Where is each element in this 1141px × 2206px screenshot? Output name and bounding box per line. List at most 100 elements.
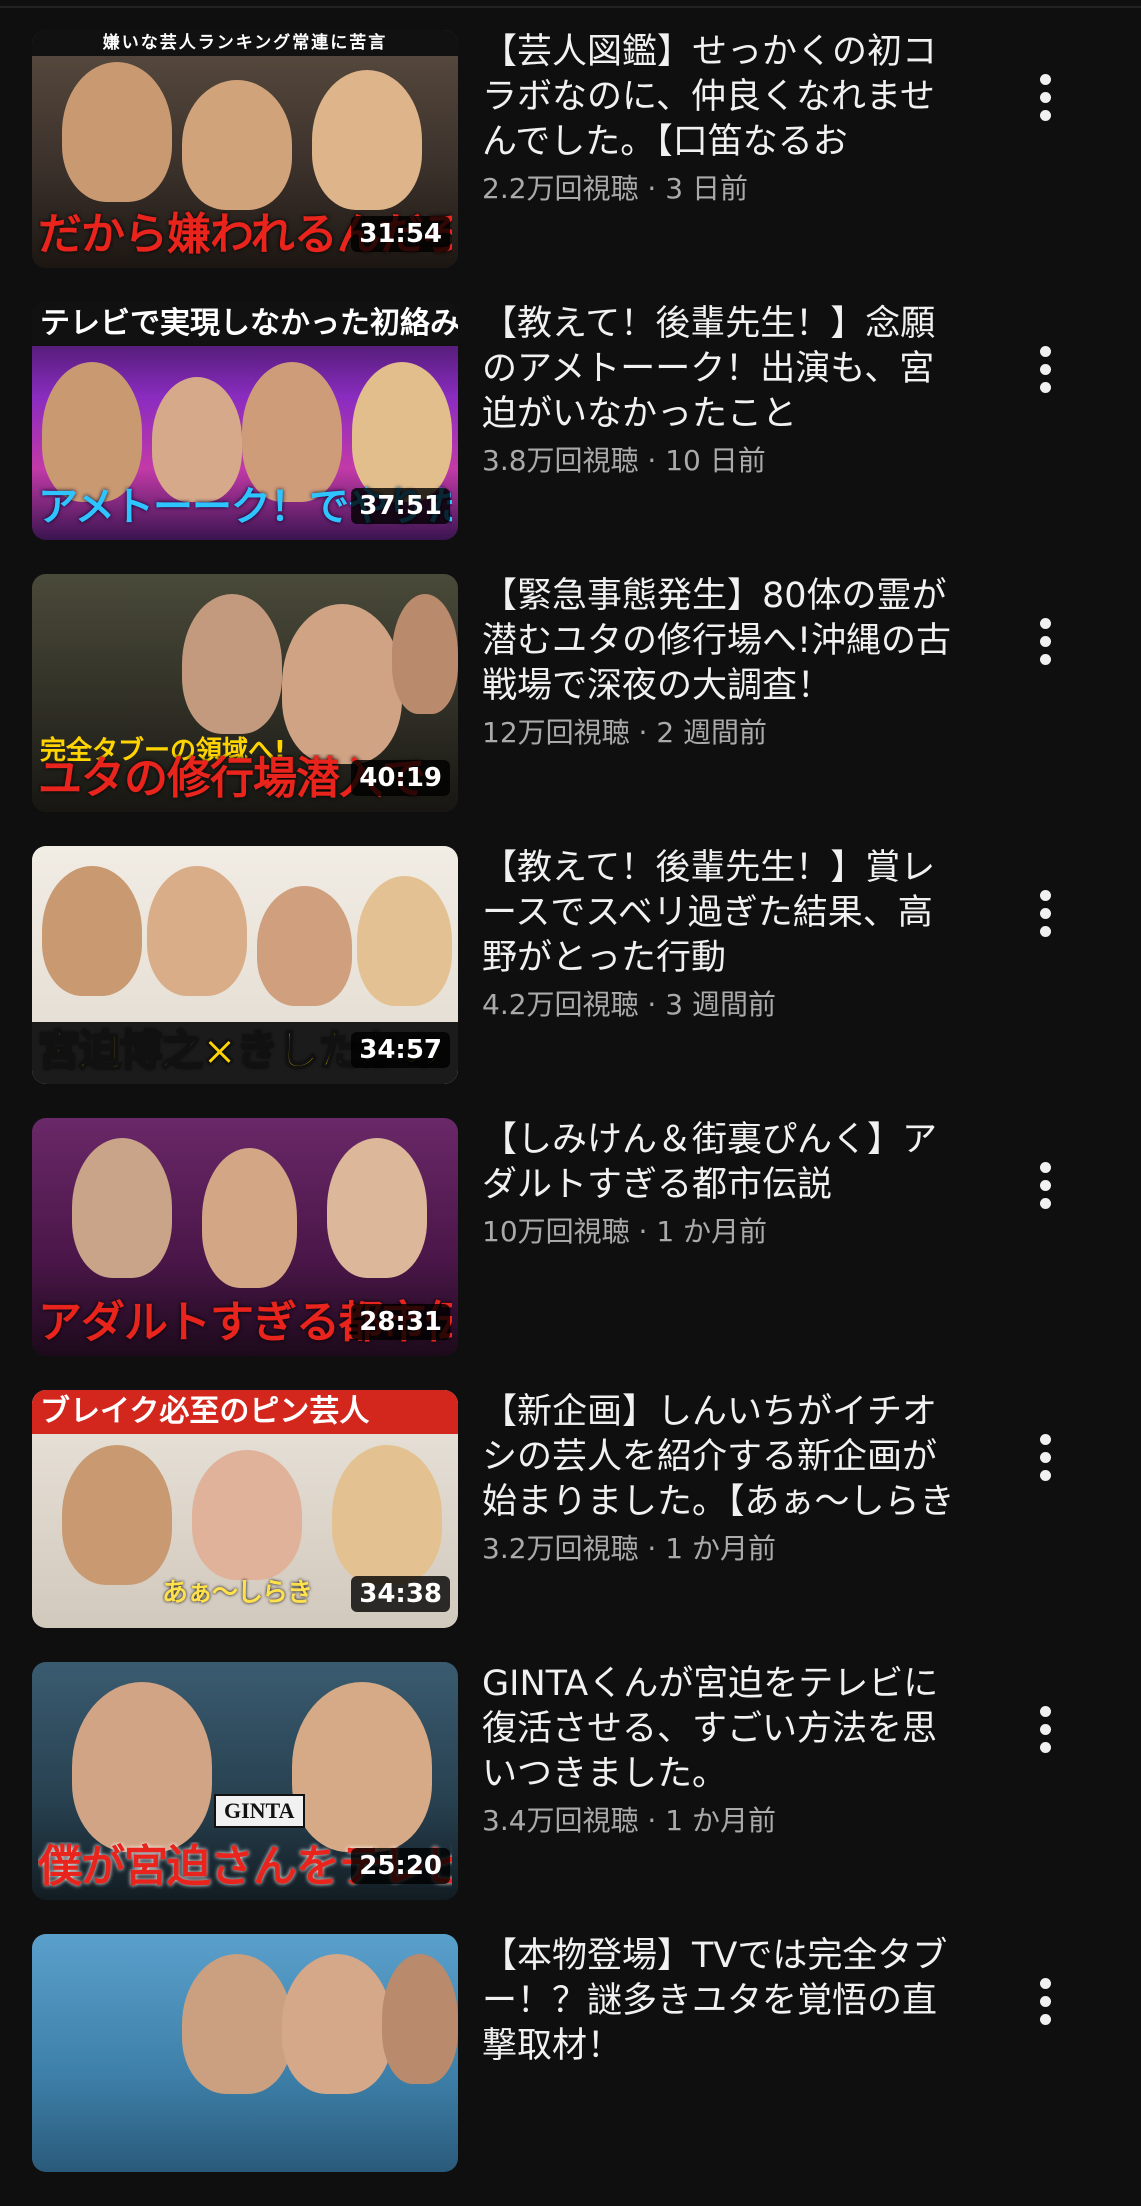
duration-badge: 31:54: [351, 216, 450, 252]
meta-separator: ·: [638, 1804, 666, 1837]
video-meta: 4.2万回視聴 · 3 週間前: [482, 983, 962, 1027]
duration-badge: 40:19: [351, 760, 450, 796]
view-count: 12万回視聴: [482, 716, 630, 749]
video-info[interactable]: 【新企画】しんいちがイチオシの芸人を紹介する新企画が始まりました。【あぁ〜しらき…: [482, 1390, 962, 1571]
video-info[interactable]: 【教えて！後輩先生！】念願のアメトーーク！出演も、宮迫がいなかったこと 3.8万…: [482, 302, 962, 483]
video-item[interactable]: テレビで実現しなかった初絡み アメトーーク！でやりたかった 37:51 【教えて…: [0, 302, 1141, 574]
thumbnail-person: [327, 1138, 427, 1278]
thumbnail-person: [312, 70, 422, 210]
video-info[interactable]: 【しみけん＆街裏ぴんく】アダルトすぎる都市伝説 10万回視聴 · 1 か月前: [482, 1118, 962, 1254]
thumbnail-person: [182, 80, 292, 210]
video-item[interactable]: 完全タブーの領域へ! ユタの修行場潜入で 40:19 【緊急事態発生】80体の霊…: [0, 574, 1141, 846]
thumbnail-headline: テレビで実現しなかった初絡み: [32, 302, 458, 346]
thumbnail-person: [357, 876, 452, 1006]
duration-badge: 37:51: [351, 488, 450, 524]
video-thumbnail[interactable]: ブレイク必至のピン芸人 あぁ〜しらき 34:38: [32, 1390, 458, 1628]
video-item[interactable]: 宮迫博之×きしたかの 34:57 【教えて！後輩先生！】賞レースでスベリ過ぎた結…: [0, 846, 1141, 1118]
thumbnail-person: [182, 1954, 292, 2094]
thumbnail-person: [147, 866, 247, 996]
video-title[interactable]: 【教えて！後輩先生！】賞レースでスベリ過ぎた結果、高野がとった行動: [482, 846, 962, 981]
more-vert-icon[interactable]: [1028, 886, 1064, 942]
video-info[interactable]: 【本物登場】TVでは完全タブー！？謎多きユタを覚悟の直撃取材！: [482, 1934, 962, 2069]
upload-age: 3 日前: [665, 172, 748, 205]
more-vert-icon[interactable]: [1028, 614, 1064, 670]
more-vert-icon[interactable]: [1028, 70, 1064, 126]
upload-age: 1 か月前: [665, 1532, 776, 1565]
meta-separator: ·: [638, 444, 666, 477]
video-title[interactable]: GINTAくんが宮迫をテレビに復活させる、すごい方法を思いつきました。: [482, 1662, 962, 1797]
more-vert-icon[interactable]: [1028, 1974, 1064, 2030]
view-count: 3.2万回視聴: [482, 1532, 639, 1565]
video-title[interactable]: 【しみけん＆街裏ぴんく】アダルトすぎる都市伝説: [482, 1118, 962, 1208]
thumbnail-person: [62, 62, 172, 202]
video-item[interactable]: GINTA 僕が宮迫さんをテレビに 25:20 GINTAくんが宮迫をテレビに復…: [0, 1662, 1141, 1934]
video-meta: 3.2万回視聴 · 1 か月前: [482, 1527, 962, 1571]
top-divider: [0, 0, 1141, 8]
thumbnail-person: [332, 1445, 442, 1585]
upload-age: 2 週間前: [656, 716, 768, 749]
video-list: 嫌いな芸人ランキング常連に苦言 だから嫌われるんだろ 31:54 【芸人図鑑】せ…: [0, 30, 1141, 2206]
video-item[interactable]: 嫌いな芸人ランキング常連に苦言 だから嫌われるんだろ 31:54 【芸人図鑑】せ…: [0, 30, 1141, 302]
thumbnail-person: [352, 362, 452, 502]
more-vert-icon[interactable]: [1028, 342, 1064, 398]
video-info[interactable]: GINTAくんが宮迫をテレビに復活させる、すごい方法を思いつきました。 3.4万…: [482, 1662, 962, 1843]
video-info[interactable]: 【教えて！後輩先生！】賞レースでスベリ過ぎた結果、高野がとった行動 4.2万回視…: [482, 846, 962, 1027]
more-vert-icon[interactable]: [1028, 1702, 1064, 1758]
video-info[interactable]: 【芸人図鑑】せっかくの初コラボなのに、仲良くなれませんでした。【口笛なるお 2.…: [482, 30, 962, 211]
upload-age: 10 日前: [665, 444, 766, 477]
meta-separator: ·: [638, 1532, 666, 1565]
duration-badge: 28:31: [351, 1304, 450, 1340]
video-title[interactable]: 【教えて！後輩先生！】念願のアメトーーク！出演も、宮迫がいなかったこと: [482, 302, 962, 437]
video-title[interactable]: 【緊急事態発生】80体の霊が潜むユタの修行場へ!沖縄の古戦場で深夜の大調査！: [482, 574, 962, 709]
view-count: 3.8万回視聴: [482, 444, 639, 477]
duration-badge: 25:20: [351, 1848, 450, 1884]
meta-separator: ·: [629, 1215, 657, 1248]
video-item[interactable]: 【本物登場】TVでは完全タブー！？謎多きユタを覚悟の直撃取材！: [0, 1934, 1141, 2206]
video-thumbnail[interactable]: 宮迫博之×きしたかの 34:57: [32, 846, 458, 1084]
video-item[interactable]: アダルトすぎる都市伝説 28:31 【しみけん＆街裏ぴんく】アダルトすぎる都市伝…: [0, 1118, 1141, 1390]
video-info[interactable]: 【緊急事態発生】80体の霊が潜むユタの修行場へ!沖縄の古戦場で深夜の大調査！ 1…: [482, 574, 962, 755]
duration-badge: 34:38: [351, 1576, 450, 1612]
thumbnail-person: [182, 594, 282, 734]
thumbnail-person: [62, 1445, 172, 1585]
meta-separator: ·: [638, 988, 666, 1021]
video-meta: 2.2万回視聴 · 3 日前: [482, 167, 962, 211]
video-thumbnail[interactable]: テレビで実現しなかった初絡み アメトーーク！でやりたかった 37:51: [32, 302, 458, 540]
thumbnail-person: [292, 1682, 432, 1852]
video-meta: 12万回視聴 · 2 週間前: [482, 711, 962, 755]
duration-badge: 34:57: [351, 1032, 450, 1068]
thumbnail-person: [257, 886, 352, 1006]
video-meta: 3.4万回視聴 · 1 か月前: [482, 1799, 962, 1843]
thumbnail-ribbon: 嫌いな芸人ランキング常連に苦言: [32, 30, 458, 56]
thumbnail-person: [392, 594, 458, 714]
meta-separator: ·: [629, 716, 657, 749]
thumbnail-person: [202, 1148, 297, 1288]
more-vert-icon[interactable]: [1028, 1430, 1064, 1486]
upload-age: 3 週間前: [665, 988, 776, 1021]
video-title[interactable]: 【本物登場】TVでは完全タブー！？謎多きユタを覚悟の直撃取材！: [482, 1934, 962, 2069]
video-thumbnail[interactable]: 嫌いな芸人ランキング常連に苦言 だから嫌われるんだろ 31:54: [32, 30, 458, 268]
view-count: 3.4万回視聴: [482, 1804, 639, 1837]
meta-separator: ·: [638, 172, 666, 205]
upload-age: 1 か月前: [656, 1215, 768, 1248]
thumbnail-label: GINTA: [214, 1794, 305, 1828]
video-item[interactable]: ブレイク必至のピン芸人 あぁ〜しらき 34:38 【新企画】しんいちがイチオシの…: [0, 1390, 1141, 1662]
video-thumbnail[interactable]: GINTA 僕が宮迫さんをテレビに 25:20: [32, 1662, 458, 1900]
view-count: 10万回視聴: [482, 1215, 630, 1248]
video-title[interactable]: 【芸人図鑑】せっかくの初コラボなのに、仲良くなれませんでした。【口笛なるお: [482, 30, 962, 165]
video-meta: 10万回視聴 · 1 か月前: [482, 1210, 962, 1254]
more-vert-icon[interactable]: [1028, 1158, 1064, 1214]
thumbnail-person: [192, 1450, 302, 1580]
video-thumbnail[interactable]: 完全タブーの領域へ! ユタの修行場潜入で 40:19: [32, 574, 458, 812]
view-count: 2.2万回視聴: [482, 172, 639, 205]
thumbnail-person: [282, 1954, 392, 2094]
thumbnail-person: [72, 1682, 212, 1852]
video-thumbnail[interactable]: アダルトすぎる都市伝説 28:31: [32, 1118, 458, 1356]
view-count: 4.2万回視聴: [482, 988, 639, 1021]
video-meta: 3.8万回視聴 · 10 日前: [482, 439, 962, 483]
thumbnail-headline: ブレイク必至のピン芸人: [32, 1390, 458, 1434]
thumbnail-person: [382, 1954, 458, 2084]
video-title[interactable]: 【新企画】しんいちがイチオシの芸人を紹介する新企画が始まりました。【あぁ〜しらき: [482, 1390, 962, 1525]
upload-age: 1 か月前: [665, 1804, 776, 1837]
video-thumbnail[interactable]: [32, 1934, 458, 2172]
